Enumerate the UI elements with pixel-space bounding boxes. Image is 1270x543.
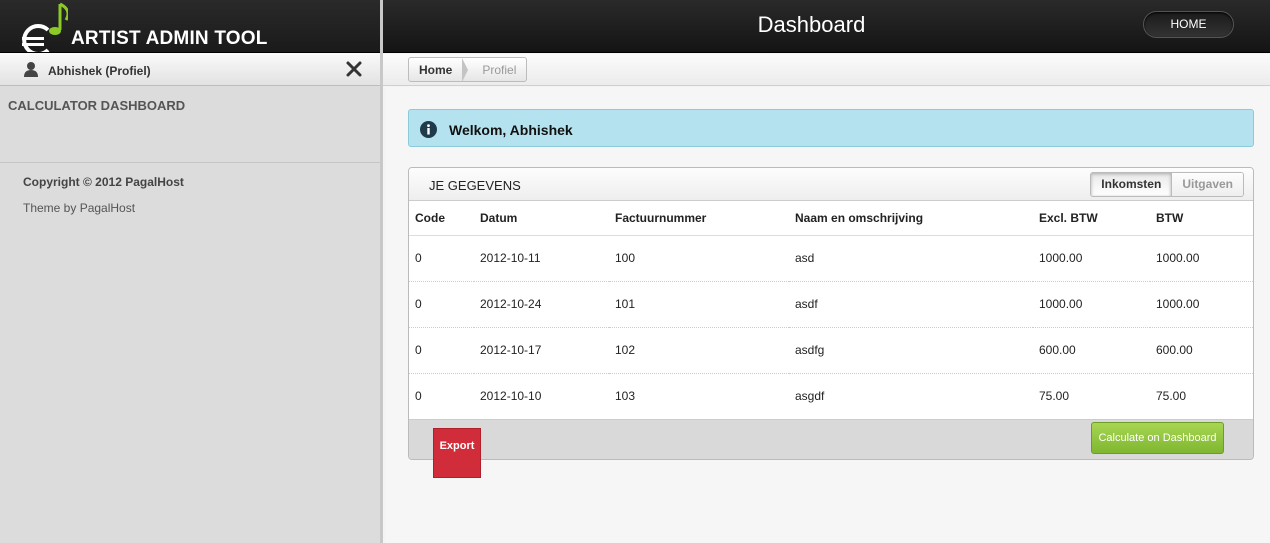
page-title: Dashboard [757,12,866,37]
user-icon [24,62,38,77]
cell-code: 0 [409,373,474,420]
user-profile-link[interactable]: Abhishek (Profiel) [48,64,151,78]
cell-btw: 1000.00 [1150,235,1253,282]
column-header-factuurnummer[interactable]: Factuurnummer [609,201,789,236]
euro-note-logo-icon [22,2,68,52]
income-expense-toggle: Inkomsten Uitgaven [1090,172,1244,197]
column-header-btw[interactable]: BTW [1150,201,1253,236]
panel-title: JE GEGEVENS [429,178,521,193]
cell-btw: 600.00 [1150,327,1253,374]
breadcrumb-home[interactable]: Home [409,63,462,77]
welcome-text: Welkom, Abhishek [449,122,573,138]
sidebar-item-calculator-dashboard[interactable]: CALCULATOR DASHBOARD [0,86,380,163]
breadcrumb-current: Profiel [482,62,517,77]
info-icon [420,121,437,138]
data-panel: JE GEGEVENS Inkomsten Uitgaven Code Datu… [408,167,1254,460]
copyright-text: Copyright © 2012 PagalHost [23,175,184,189]
tab-inkomsten[interactable]: Inkomsten [1091,173,1173,196]
user-bar: Abhishek (Profiel) [0,53,380,86]
cell-factuurnummer: 101 [609,281,789,328]
column-header-excl-btw[interactable]: Excl. BTW [1033,201,1150,236]
calculate-on-dashboard-button[interactable]: Calculate on Dashboard [1091,422,1224,454]
cell-datum: 2012-10-11 [474,235,609,282]
cell-datum: 2012-10-10 [474,373,609,420]
cell-naam: asd [789,235,1033,282]
logo-text: ARTIST ADMIN TOOL [71,28,268,49]
table-row[interactable]: 0 2012-10-24 101 asdf 1000.00 1000.00 [409,281,1253,328]
table-header-row: Code Datum Factuurnummer Naam en omschri… [409,201,1253,236]
breadcrumb: Home Profiel [408,57,528,82]
panel-header: JE GEGEVENS Inkomsten Uitgaven [409,168,1253,201]
table-row[interactable]: 0 2012-10-17 102 asdfg 600.00 600.00 [409,327,1253,374]
cell-btw: 75.00 [1150,373,1253,420]
cell-factuurnummer: 103 [609,373,789,420]
cell-btw: 1000.00 [1150,281,1253,328]
data-table: Code Datum Factuurnummer Naam en omschri… [409,201,1253,420]
close-icon[interactable] [345,60,363,78]
welcome-alert: Welkom, Abhishek [408,109,1254,147]
cell-excl-btw: 1000.00 [1033,235,1150,282]
cell-factuurnummer: 102 [609,327,789,374]
tab-uitgaven[interactable]: Uitgaven [1172,173,1243,196]
cell-naam: asdf [789,281,1033,328]
sidebar-footer: Copyright © 2012 PagalHost Theme by Paga… [0,163,380,227]
cell-datum: 2012-10-17 [474,327,609,374]
column-header-naam[interactable]: Naam en omschrijving [789,201,1033,236]
cell-code: 0 [409,235,474,282]
home-button[interactable]: HOME [1143,11,1234,38]
breadcrumb-bar: Home Profiel [383,54,1270,86]
cell-excl-btw: 75.00 [1033,373,1150,420]
cell-datum: 2012-10-24 [474,281,609,328]
cell-code: 0 [409,327,474,374]
cell-naam: asdfg [789,327,1033,374]
cell-code: 0 [409,281,474,328]
cell-excl-btw: 1000.00 [1033,281,1150,328]
sidebar: ARTIST ADMIN TOOL Abhishek (Profiel) CAL… [0,0,383,543]
cell-excl-btw: 600.00 [1033,327,1150,374]
cell-factuurnummer: 100 [609,235,789,282]
export-button[interactable]: Export [433,428,481,478]
top-header: Dashboard HOME [383,0,1270,53]
cell-naam: asgdf [789,373,1033,420]
table-row[interactable]: 0 2012-10-10 103 asgdf 75.00 75.00 [409,373,1253,420]
column-header-code[interactable]: Code [409,201,474,236]
theme-credit-text: Theme by PagalHost [23,201,136,215]
table-row[interactable]: 0 2012-10-11 100 asd 1000.00 1000.00 [409,235,1253,282]
column-header-datum[interactable]: Datum [474,201,609,236]
logo-bar: ARTIST ADMIN TOOL [0,0,380,53]
